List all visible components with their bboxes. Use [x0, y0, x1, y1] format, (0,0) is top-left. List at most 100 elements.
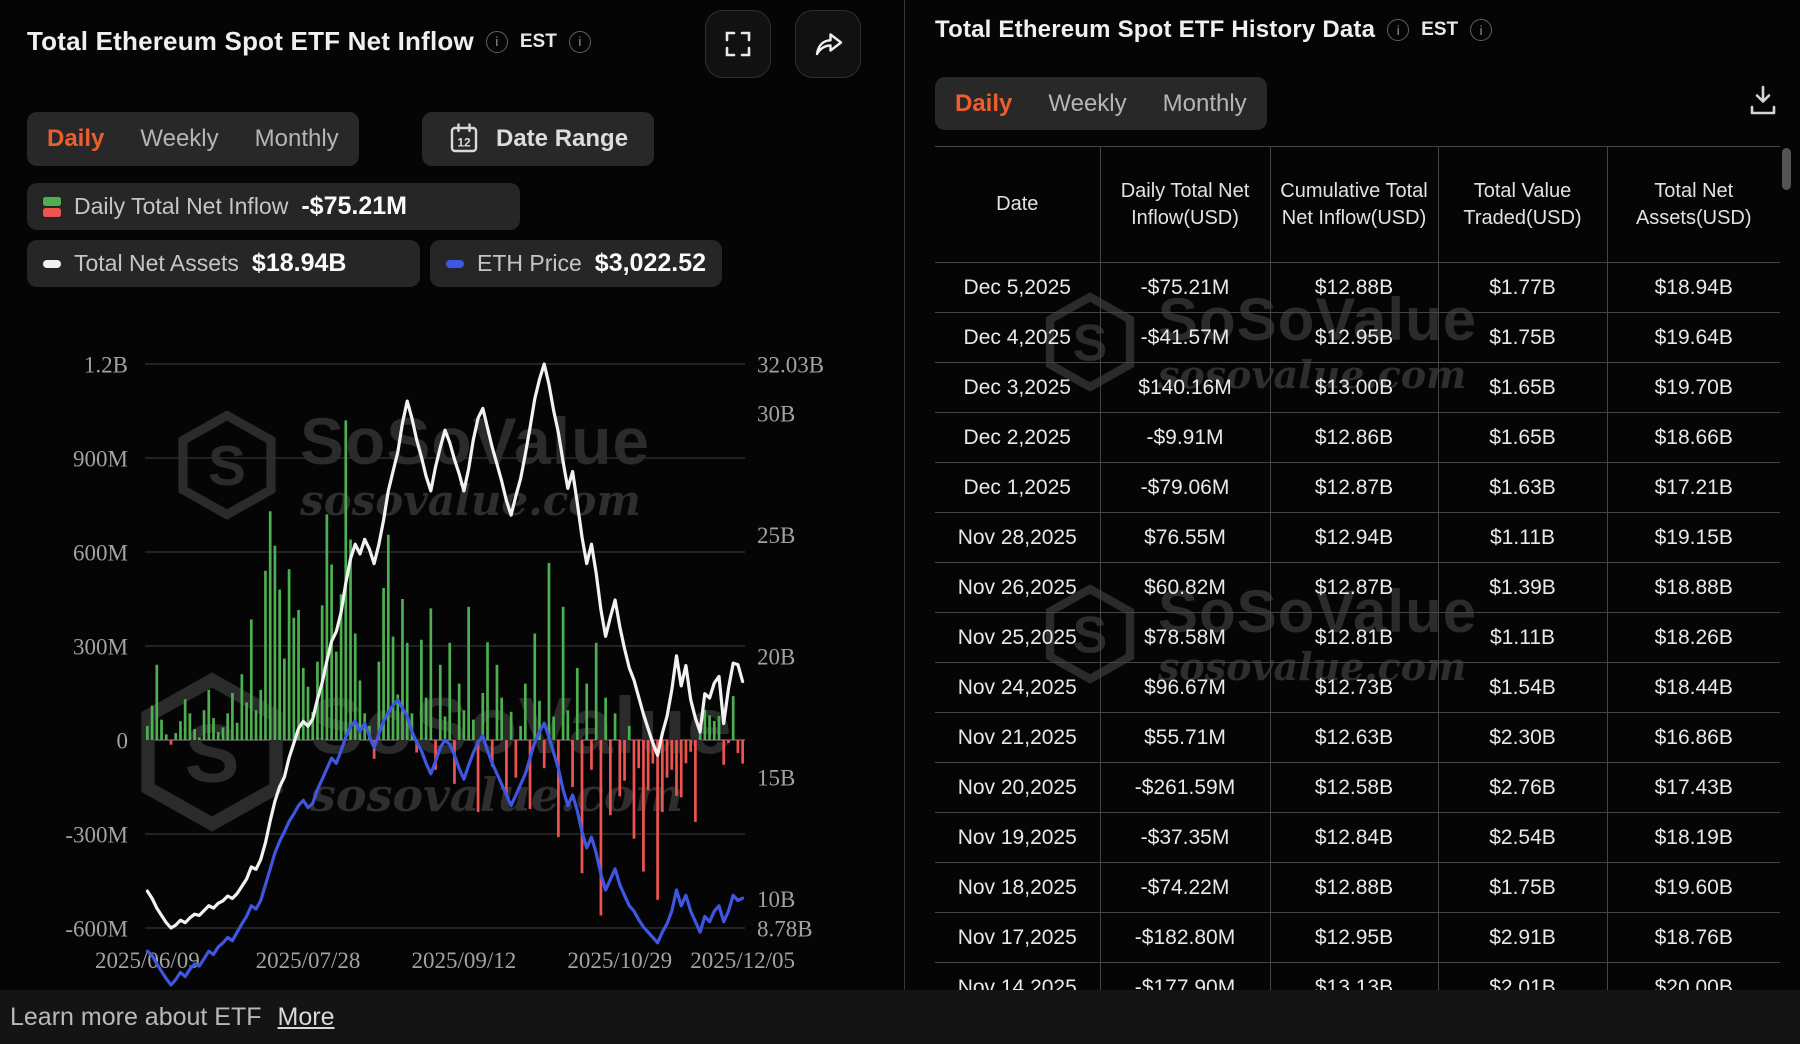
fullscreen-icon [724, 30, 752, 58]
column-header: Date [935, 147, 1100, 263]
table-row: Nov 28,2025$76.55M$12.94B$1.11B$19.15B [935, 513, 1780, 563]
cell-date: Dec 2,2025 [935, 413, 1100, 463]
cell-assets: $20.00B [1607, 963, 1780, 991]
cell-inflow: -$37.35M [1100, 813, 1270, 863]
date-range-label: Date Range [496, 125, 628, 153]
legend-label: Total Net Assets [74, 250, 239, 277]
cell-cumulative: $12.88B [1270, 863, 1438, 913]
legend-chip-total-net-assets[interactable]: Total Net Assets $18.94B [27, 240, 420, 287]
cell-inflow: -$74.22M [1100, 863, 1270, 913]
cell-cumulative: $13.13B [1270, 963, 1438, 991]
cell-assets: $18.19B [1607, 813, 1780, 863]
download-button[interactable] [1746, 82, 1780, 118]
history-data-table: DateDaily Total Net Inflow(USD)Cumulativ… [935, 146, 1780, 990]
column-header: Total Net Assets(USD) [1607, 147, 1780, 263]
info-icon[interactable]: i [486, 31, 508, 53]
footer-text: Learn more about ETF [10, 1003, 262, 1032]
cell-assets: $19.60B [1607, 863, 1780, 913]
legend-chip-daily-total-net-inflow[interactable]: Daily Total Net Inflow -$75.21M [27, 183, 520, 230]
cell-traded: $2.30B [1438, 713, 1607, 763]
column-header: Daily Total Net Inflow(USD) [1100, 147, 1270, 263]
legend-value: -$75.21M [301, 192, 407, 221]
cell-traded: $1.75B [1438, 863, 1607, 913]
cell-cumulative: $12.95B [1270, 913, 1438, 963]
table-row: Nov 21,2025$55.71M$12.63B$2.30B$16.86B [935, 713, 1780, 763]
cell-date: Nov 26,2025 [935, 563, 1100, 613]
tab-monthly[interactable]: Monthly [1163, 90, 1247, 118]
column-header: Total Value Traded(USD) [1438, 147, 1607, 263]
table-row: Nov 17,2025-$182.80M$12.95B$2.91B$18.76B [935, 913, 1780, 963]
share-icon [812, 29, 844, 59]
cell-inflow: -$177.90M [1100, 963, 1270, 991]
cell-date: Nov 24,2025 [935, 663, 1100, 713]
table-row: Nov 26,2025$60.82M$12.87B$1.39B$18.88B [935, 563, 1780, 613]
etf-net-inflow-panel: Total Ethereum Spot ETF Net Inflow i EST… [0, 0, 904, 990]
cell-traded: $1.75B [1438, 313, 1607, 363]
tab-monthly[interactable]: Monthly [255, 125, 339, 153]
cell-cumulative: $12.86B [1270, 413, 1438, 463]
cell-assets: $18.88B [1607, 563, 1780, 613]
cell-date: Nov 17,2025 [935, 913, 1100, 963]
cell-cumulative: $12.58B [1270, 763, 1438, 813]
page-title: Total Ethereum Spot ETF Net Inflow [27, 26, 474, 57]
cell-assets: $19.64B [1607, 313, 1780, 363]
info-icon[interactable]: i [569, 31, 591, 53]
column-header: Cumulative Total Net Inflow(USD) [1270, 147, 1438, 263]
cell-assets: $18.44B [1607, 663, 1780, 713]
cell-cumulative: $12.87B [1270, 563, 1438, 613]
legend-chip-eth-price[interactable]: ETH Price$3,022.52 [430, 240, 722, 287]
tab-weekly[interactable]: Weekly [1048, 90, 1126, 118]
cell-traded: $1.54B [1438, 663, 1607, 713]
cell-date: Nov 14,2025 [935, 963, 1100, 991]
date-range-button[interactable]: 12 Date Range [422, 112, 654, 166]
cell-cumulative: $12.81B [1270, 613, 1438, 663]
legend-value: $3,022.52 [595, 249, 706, 278]
info-icon[interactable]: i [1387, 19, 1409, 41]
cell-traded: $1.39B [1438, 563, 1607, 613]
legend-value: $18.94B [252, 249, 347, 278]
tab-daily[interactable]: Daily [955, 90, 1012, 118]
white-line-icon [43, 260, 61, 268]
cell-date: Nov 18,2025 [935, 863, 1100, 913]
share-button[interactable] [795, 10, 861, 78]
cell-cumulative: $12.88B [1270, 263, 1438, 313]
info-icon[interactable]: i [1470, 19, 1492, 41]
table-row: Nov 25,2025$78.58M$12.81B$1.11B$18.26B [935, 613, 1780, 663]
table-scrollbar[interactable] [1782, 148, 1791, 190]
tab-weekly[interactable]: Weekly [140, 125, 218, 153]
inflow-bars-icon [43, 197, 61, 217]
cell-traded: $1.77B [1438, 263, 1607, 313]
fullscreen-button[interactable] [705, 10, 771, 78]
cell-date: Dec 3,2025 [935, 363, 1100, 413]
legend-label: Daily Total Net Inflow [74, 193, 288, 220]
timezone-label: EST [520, 31, 557, 53]
table-row: Dec 3,2025$140.16M$13.00B$1.65B$19.70B [935, 363, 1780, 413]
table-row: Dec 2,2025-$9.91M$12.86B$1.65B$18.66B [935, 413, 1780, 463]
cell-assets: $17.43B [1607, 763, 1780, 813]
cell-inflow: $96.67M [1100, 663, 1270, 713]
timezone-label: EST [1421, 19, 1458, 41]
cell-traded: $1.65B [1438, 413, 1607, 463]
etf-history-data-panel: Total Ethereum Spot ETF History Data i E… [904, 0, 1800, 990]
cell-cumulative: $12.94B [1270, 513, 1438, 563]
cell-traded: $2.54B [1438, 813, 1607, 863]
footer-more-link[interactable]: More [278, 1003, 335, 1032]
cell-date: Nov 28,2025 [935, 513, 1100, 563]
cell-inflow: -$75.21M [1100, 263, 1270, 313]
cell-inflow: $78.58M [1100, 613, 1270, 663]
chart-period-tabs: Daily Weekly Monthly [27, 112, 359, 166]
calendar-icon: 12 [448, 122, 480, 156]
cell-cumulative: $13.00B [1270, 363, 1438, 413]
cell-inflow: -$79.06M [1100, 463, 1270, 513]
cell-inflow: $55.71M [1100, 713, 1270, 763]
cell-date: Nov 20,2025 [935, 763, 1100, 813]
table-row: Dec 4,2025-$41.57M$12.95B$1.75B$19.64B [935, 313, 1780, 363]
table-row: Nov 24,2025$96.67M$12.73B$1.54B$18.44B [935, 663, 1780, 713]
cell-date: Dec 5,2025 [935, 263, 1100, 313]
tab-daily[interactable]: Daily [47, 125, 104, 153]
cell-traded: $2.01B [1438, 963, 1607, 991]
cell-cumulative: $12.63B [1270, 713, 1438, 763]
table-row: Nov 19,2025-$37.35M$12.84B$2.54B$18.19B [935, 813, 1780, 863]
cell-assets: $18.76B [1607, 913, 1780, 963]
table-period-tabs: Daily Weekly Monthly [935, 77, 1267, 130]
